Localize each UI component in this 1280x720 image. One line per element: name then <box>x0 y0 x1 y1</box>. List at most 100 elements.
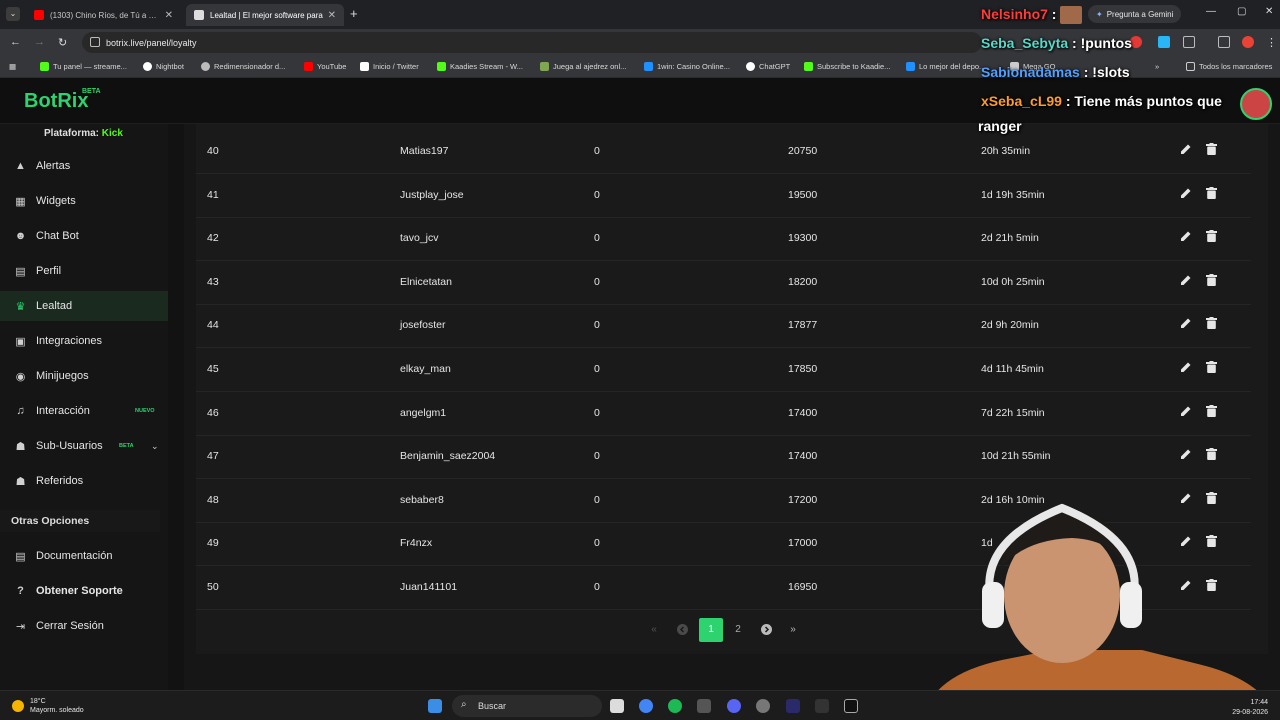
task-view-icon[interactable] <box>610 699 624 713</box>
chat-separator: : <box>1047 6 1061 22</box>
delete-trash-icon[interactable] <box>1206 143 1217 158</box>
bookmark-item[interactable]: Lo mejor del depo... <box>906 62 985 71</box>
edit-pencil-icon[interactable] <box>1180 448 1192 463</box>
obs-icon[interactable] <box>756 699 770 713</box>
new-tab-button[interactable]: + <box>350 6 358 21</box>
zero-cell: 0 <box>594 537 600 550</box>
sidebar-item-interaccion[interactable]: ♫ Interacción NUEVO <box>0 396 168 426</box>
sidebar-item-alertas[interactable]: ▲ Alertas <box>0 151 168 181</box>
table-row: 41 Justplay_jose 0 19500 1d 19h 35min <box>196 174 1251 218</box>
sidebar-item-chat-bot[interactable]: ☻ Chat Bot <box>0 221 168 251</box>
close-icon[interactable]: ✕ <box>328 10 336 21</box>
delete-trash-icon[interactable] <box>1206 186 1217 202</box>
delete-trash-icon[interactable] <box>1206 448 1217 463</box>
edit-pencil-icon[interactable] <box>1180 361 1192 376</box>
delete-trash-icon[interactable] <box>1206 404 1217 420</box>
close-icon[interactable]: ✕ <box>165 10 173 21</box>
watchtime-cell: 20h 35min <box>981 145 1031 157</box>
page-2-button[interactable]: 2 <box>726 618 750 642</box>
bookmark-item[interactable]: Inicio / Twitter <box>360 62 419 71</box>
edit-pencil-icon[interactable] <box>1180 405 1192 420</box>
browser-tab-youtube[interactable]: (1303) Chino Ríos, de Tú a Tú, C ✕ <box>26 4 181 26</box>
bookmark-item[interactable]: Kaadies Stream - W... <box>437 62 523 71</box>
delete-trash-icon[interactable] <box>1206 361 1217 376</box>
prev-page-button[interactable] <box>670 618 694 642</box>
app-icon[interactable] <box>815 699 829 713</box>
next-page-button[interactable] <box>754 618 778 642</box>
app-icon[interactable] <box>844 699 858 713</box>
chat-overlay-line: xSeba_cL99 : Tiene más puntos que <box>981 93 1222 109</box>
edit-pencil-icon[interactable] <box>1180 230 1192 245</box>
chevron-down-icon[interactable]: ⌄ <box>151 441 159 452</box>
reload-icon[interactable]: ↻ <box>58 36 67 49</box>
more-bookmarks-icon[interactable]: » <box>1155 62 1159 71</box>
last-page-button[interactable]: » <box>781 618 805 642</box>
windows-start-icon[interactable] <box>428 699 442 713</box>
all-bookmarks-folder[interactable]: Todos los marcadores <box>1186 62 1272 71</box>
beta-badge: BETA <box>82 88 101 95</box>
referrals-icon: ☗ <box>15 475 26 488</box>
maximize-button[interactable]: ▢ <box>1237 6 1246 17</box>
sidebar-item-referidos[interactable]: ☗ Referidos <box>0 466 168 496</box>
first-page-button[interactable]: « <box>642 618 666 642</box>
edit-pencil-icon[interactable] <box>1180 317 1192 332</box>
platform-indicator: Plataforma: Kick <box>44 128 123 139</box>
browser-tab-lealtad[interactable]: Lealtad | El mejor software para ✕ <box>186 4 344 26</box>
bookmark-item[interactable]: ChatGPT <box>746 62 790 71</box>
weather-widget[interactable]: 18°C Mayorm. soleado <box>12 697 84 715</box>
sidebar-item-obtener-soporte[interactable]: ? Obtener Soporte <box>0 576 168 606</box>
bookmark-item[interactable]: YouTube <box>304 62 346 71</box>
extension-icon[interactable] <box>1158 36 1170 48</box>
sidebar-item-documentacion[interactable]: ▤ Documentación <box>0 541 168 571</box>
edit-pencil-icon[interactable] <box>1180 274 1192 289</box>
sidebar-item-widgets[interactable]: ▦ Widgets <box>0 186 168 216</box>
edit-pencil-icon[interactable] <box>1180 143 1192 158</box>
url-bar[interactable]: botrix.live/panel/loyalty <box>82 32 982 53</box>
watchtime-cell: 1d 19h 35min <box>981 188 1045 201</box>
sidebar-item-cerrar-sesion[interactable]: ⇥ Cerrar Sesión <box>0 611 168 641</box>
minimize-button[interactable]: — <box>1206 6 1216 17</box>
delete-trash-icon[interactable] <box>1206 273 1217 289</box>
sidepanel-icon[interactable] <box>1218 36 1230 48</box>
taskbar-search[interactable]: ⌕ Buscar <box>452 695 602 717</box>
sidebar-item-perfil[interactable]: ▤ Perfil <box>0 256 168 286</box>
bookmark-item[interactable]: Redimensionador d... <box>201 62 285 71</box>
sidebar-item-minijuegos[interactable]: ◉ Minijuegos <box>0 361 168 391</box>
premiere-icon[interactable] <box>786 699 800 713</box>
site-info-icon[interactable] <box>90 37 100 47</box>
sidebar-item-lealtad[interactable]: ♛ Lealtad <box>0 291 168 321</box>
edit-pencil-icon[interactable] <box>1180 187 1192 202</box>
bookmark-favicon-icon <box>540 62 549 71</box>
tab-title: (1303) Chino Ríos, de Tú a Tú, C <box>50 10 161 20</box>
botrix-logo[interactable]: BotRix <box>24 90 88 113</box>
window-close-button[interactable]: ✕ <box>1265 6 1273 17</box>
menu-dots-icon[interactable]: ⋮ <box>1266 36 1277 49</box>
app-icon[interactable] <box>697 699 711 713</box>
gemini-button[interactable]: ✦ Pregunta a Gemini <box>1088 5 1182 23</box>
sidebar-item-label: Alertas <box>36 160 71 172</box>
bookmark-item[interactable]: 1win: Casino Online... <box>644 62 730 71</box>
page-1-button[interactable]: 1 <box>699 618 723 642</box>
points-cell: 17850 <box>788 363 818 375</box>
bookmark-item[interactable]: Tu panel — streame... <box>40 62 127 71</box>
trophy-icon: ♛ <box>15 300 26 313</box>
robot-icon: ☻ <box>14 230 27 242</box>
discord-icon[interactable] <box>727 699 741 713</box>
delete-trash-icon[interactable] <box>1206 230 1217 245</box>
sidebar-item-sub-usuarios[interactable]: ☗ Sub-Usuarios BETA ⌄ <box>0 431 168 461</box>
points-cell: 20750 <box>788 145 818 157</box>
chrome-icon[interactable] <box>639 699 653 713</box>
forward-arrow-icon[interactable]: → <box>34 36 45 48</box>
profile-avatar-icon[interactable] <box>1242 36 1254 48</box>
tab-search-button[interactable]: ⌄ <box>6 7 20 21</box>
delete-trash-icon[interactable] <box>1206 317 1217 332</box>
spotify-icon[interactable] <box>668 699 682 713</box>
bookmark-item[interactable]: Juega al ajedrez onl... <box>540 62 626 71</box>
puzzle-icon[interactable] <box>1183 36 1195 48</box>
sidebar-item-integraciones[interactable]: ▣ Integraciones <box>0 326 168 356</box>
back-arrow-icon[interactable]: ← <box>10 36 21 48</box>
apps-grid-icon[interactable]: ▦ <box>9 62 16 71</box>
bookmark-item[interactable]: Subscribe to Kaadie... <box>804 62 890 71</box>
system-clock[interactable]: 17:44 29-08-2026 <box>1232 698 1268 718</box>
bookmark-item[interactable]: Nightbot <box>143 62 184 71</box>
